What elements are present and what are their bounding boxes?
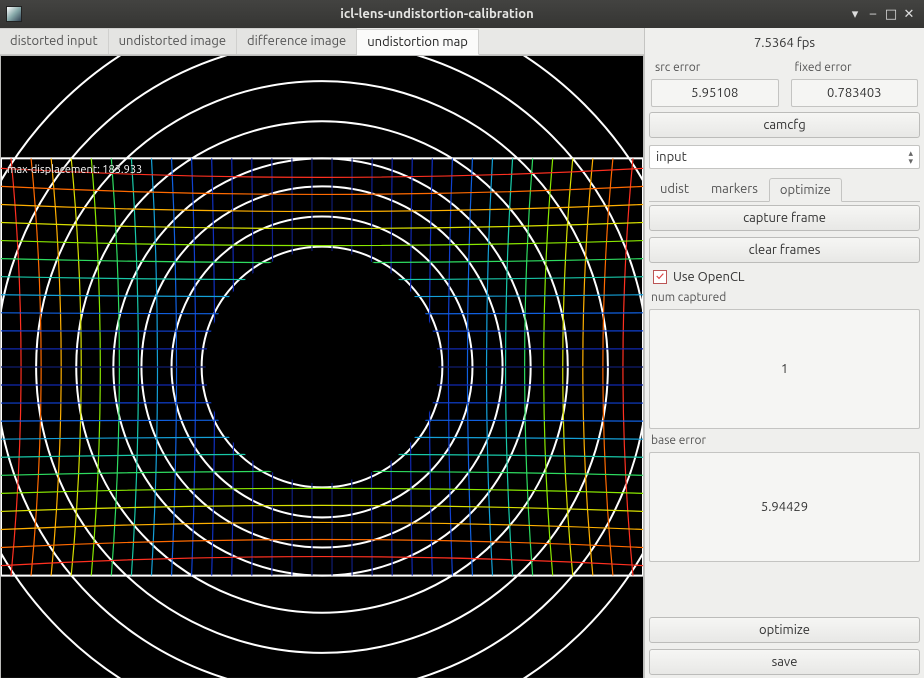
- subtab-udist[interactable]: udist: [649, 177, 700, 201]
- max-displacement-label: max-displacement: 183.933: [7, 164, 142, 176]
- app-icon: [6, 6, 22, 22]
- fixed-error-value: 0.783403: [791, 79, 919, 107]
- checkbox-icon: ✓: [653, 270, 667, 284]
- window-title: icl-lens-undistortion-calibration: [28, 7, 846, 21]
- maximize-icon[interactable]: □: [882, 7, 900, 22]
- input-select[interactable]: input ▴▾: [649, 145, 920, 169]
- input-select-value: input: [656, 150, 687, 164]
- undistortion-map-svg: [1, 56, 643, 678]
- tab-undistortion-map[interactable]: undistortion map: [357, 29, 479, 55]
- undistortion-map-view[interactable]: max-displacement: 183.933: [0, 55, 644, 678]
- capture-frame-button[interactable]: capture frame: [649, 205, 920, 231]
- tab-distorted-input[interactable]: distorted input: [0, 28, 109, 54]
- close-icon[interactable]: ✕: [900, 7, 918, 22]
- fps-label: 7.5364 fps: [645, 28, 924, 58]
- optimize-button[interactable]: optimize: [649, 617, 920, 643]
- window-titlebar: icl-lens-undistortion-calibration ▾ – □ …: [0, 0, 924, 28]
- use-opencl-checkbox[interactable]: ✓ Use OpenCL: [645, 266, 924, 288]
- save-button[interactable]: save: [649, 649, 920, 675]
- use-opencl-label: Use OpenCL: [673, 270, 745, 284]
- src-error-value: 5.95108: [651, 79, 779, 107]
- side-panel: 7.5364 fps src error 5.95108 fixed error…: [644, 28, 924, 678]
- image-tabs: distorted input undistorted image differ…: [0, 28, 644, 55]
- base-error-value: 5.94429: [649, 452, 920, 562]
- tab-difference-image[interactable]: difference image: [237, 28, 357, 54]
- config-tabs: udist markers optimize: [649, 177, 920, 202]
- camcfg-button[interactable]: camcfg: [649, 112, 920, 138]
- minimize-icon[interactable]: –: [864, 7, 882, 21]
- subtab-optimize[interactable]: optimize: [769, 178, 842, 202]
- subtab-markers[interactable]: markers: [700, 177, 769, 201]
- src-error-label: src error: [649, 58, 781, 77]
- tab-undistorted-image[interactable]: undistorted image: [109, 28, 237, 54]
- chevron-updown-icon: ▴▾: [908, 149, 913, 165]
- num-captured-value: 1: [649, 309, 920, 429]
- dropdown-icon[interactable]: ▾: [846, 7, 864, 22]
- clear-frames-button[interactable]: clear frames: [649, 237, 920, 263]
- fixed-error-label: fixed error: [789, 58, 921, 77]
- base-error-label: base error: [645, 431, 924, 450]
- num-captured-label: num captured: [645, 288, 924, 307]
